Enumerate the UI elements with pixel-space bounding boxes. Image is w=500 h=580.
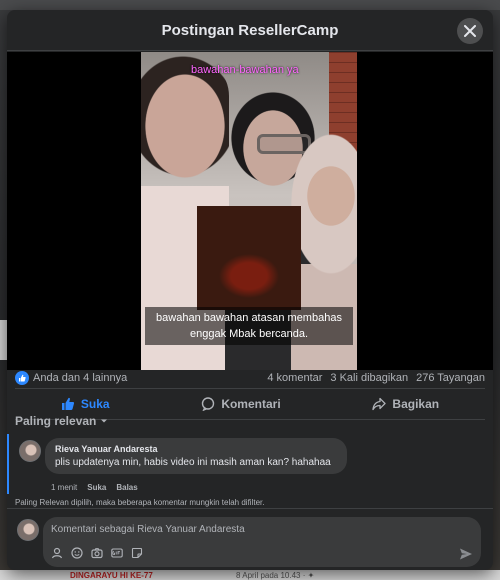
composer-tools bbox=[51, 547, 143, 559]
reaction-summary[interactable]: Anda dan 4 lainnya bbox=[33, 372, 127, 384]
background-header-strip bbox=[0, 0, 500, 10]
gif-icon bbox=[111, 548, 123, 558]
comment-sort-dropdown[interactable]: Paling relevan bbox=[15, 414, 108, 428]
comment-text: plis updatenya min, habis video ini masi… bbox=[55, 457, 331, 468]
chevron-down-icon bbox=[101, 419, 108, 423]
current-user-avatar[interactable] bbox=[17, 519, 39, 541]
close-icon bbox=[464, 25, 476, 37]
gif-button[interactable] bbox=[111, 547, 123, 559]
sticker-icon bbox=[131, 547, 143, 559]
video-player[interactable]: bawahan-bawahan ya bawahan bawahan atasa… bbox=[7, 52, 493, 370]
sort-label-text: Paling relevan bbox=[15, 414, 97, 428]
comment-label: Komentari bbox=[221, 397, 281, 411]
thumbs-up-icon bbox=[61, 397, 74, 410]
background-footer-strip: DINGARAYU HI KE-77 8 April pada 10.43 · … bbox=[0, 570, 500, 580]
camera-icon bbox=[91, 548, 103, 559]
comment-like-link[interactable]: Suka bbox=[87, 483, 106, 492]
sticker-button[interactable] bbox=[131, 547, 143, 559]
send-button[interactable] bbox=[459, 547, 473, 561]
comment-meta: 1 menit Suka Balas bbox=[51, 483, 138, 492]
comment-bubble: Rieva Yanuar Andaresta plis updatenya mi… bbox=[45, 438, 347, 474]
composer-box bbox=[43, 517, 481, 567]
view-count: 276 Tayangan bbox=[416, 372, 485, 384]
background-post-timestamp: 8 April pada 10.43 · ✦ bbox=[236, 571, 315, 580]
modal-header: Postingan ResellerCamp bbox=[7, 10, 493, 51]
emoji-icon bbox=[71, 547, 83, 559]
modal-title: Postingan ResellerCamp bbox=[161, 21, 339, 39]
comment-item: Rieva Yanuar Andaresta plis updatenya mi… bbox=[7, 434, 493, 494]
comment-author[interactable]: Rieva Yanuar Andaresta bbox=[55, 444, 337, 454]
comment-button[interactable]: Komentari bbox=[181, 393, 300, 415]
comment-icon bbox=[202, 397, 215, 411]
like-label: Suka bbox=[80, 397, 110, 411]
comment-composer bbox=[7, 508, 493, 570]
share-count[interactable]: 3 Kali dibagikan bbox=[330, 372, 408, 384]
send-icon bbox=[460, 548, 472, 560]
like-button[interactable]: Suka bbox=[41, 393, 130, 415]
like-reaction-icon bbox=[15, 371, 29, 385]
comment-count[interactable]: 4 komentar bbox=[267, 372, 322, 384]
commenter-avatar[interactable] bbox=[19, 440, 41, 462]
video-frame: bawahan-bawahan ya bawahan bawahan atasa… bbox=[141, 52, 357, 370]
monster-inset-image bbox=[197, 206, 301, 310]
comment-reply-link[interactable]: Balas bbox=[116, 483, 137, 492]
post-modal: Postingan ResellerCamp bawahan-bawahan y… bbox=[7, 10, 493, 570]
share-button[interactable]: Bagikan bbox=[352, 393, 459, 415]
camera-button[interactable] bbox=[91, 547, 103, 559]
share-label: Bagikan bbox=[392, 397, 440, 411]
video-top-caption: bawahan-bawahan ya bbox=[191, 64, 299, 76]
comment-time[interactable]: 1 menit bbox=[51, 483, 77, 492]
background-post-text: DINGARAYU HI KE-77 bbox=[70, 571, 153, 580]
video-subtitle: bawahan bawahan atasan membahas enggak M… bbox=[145, 307, 353, 345]
post-stats: Anda dan 4 lainnya 4 komentar 3 Kali dib… bbox=[15, 368, 485, 388]
close-button[interactable] bbox=[457, 18, 483, 44]
filter-notice: Paling Relevan dipilih, maka beberapa ko… bbox=[15, 498, 265, 507]
background-left-rail bbox=[0, 320, 7, 360]
emoji-button[interactable] bbox=[71, 547, 83, 559]
comment-input[interactable] bbox=[51, 521, 451, 537]
avatar-sticker-icon bbox=[51, 547, 63, 559]
avatar-sticker-button[interactable] bbox=[51, 547, 63, 559]
share-icon bbox=[372, 397, 387, 411]
